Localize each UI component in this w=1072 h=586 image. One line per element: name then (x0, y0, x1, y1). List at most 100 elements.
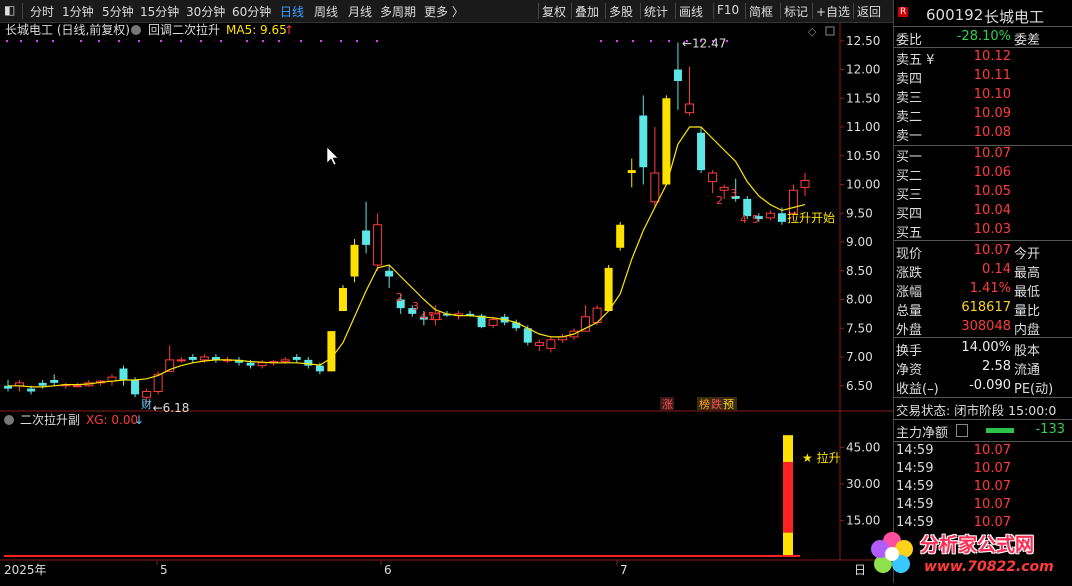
event-marker[interactable]: 涨 (662, 398, 673, 411)
tab-period[interactable]: 多周期 (380, 3, 416, 20)
tick-price: 10.07 (973, 461, 1011, 476)
signal-dot (600, 40, 602, 42)
divider (605, 3, 606, 19)
candle (327, 331, 336, 372)
divider (675, 3, 676, 19)
toolbar-button[interactable]: 多股 (609, 3, 633, 20)
quote-label-2: 最高 (1014, 266, 1041, 281)
watermark-title: 分析家公式网 (920, 534, 1035, 556)
quote-label: 卖二 (896, 110, 923, 125)
price-tick: 7.00 (846, 350, 873, 364)
event-marker[interactable]: 预 (723, 398, 734, 411)
kline-chart[interactable]: 长城电工 (日线,前复权) 回调二次拉升 MA5: 9.65↑ ◇ 12.50 12.00… (0, 22, 893, 583)
signal-dot (300, 40, 302, 42)
signal-dot (220, 40, 222, 42)
tab-period[interactable]: 60分钟 (232, 3, 271, 20)
quote-row: 买二 10.06 (894, 165, 1072, 184)
quote-row: 涨幅 1.41% 最低 (894, 281, 1072, 300)
tick-time: 14:59 (896, 443, 934, 458)
count-label: 1 (436, 310, 443, 323)
cursor-icon (326, 146, 339, 166)
candle (708, 170, 718, 194)
tab-period[interactable]: 30分钟 (186, 3, 225, 20)
divider (745, 3, 746, 19)
tick-row[interactable]: 14:59 10.07 (894, 497, 1072, 515)
tick-price: 10.07 (973, 479, 1011, 494)
quote-value: 10.05 (973, 184, 1011, 199)
tick-row[interactable]: 14:59 10.07 (894, 443, 1072, 461)
event-marker[interactable]: 跌 (711, 397, 722, 411)
signal-dot (80, 40, 82, 42)
toolbar-button[interactable]: 叠加 (575, 3, 599, 20)
sub-tick: 30.00 (846, 477, 880, 491)
tab-period[interactable]: 日线 (280, 3, 304, 20)
tab-period[interactable]: 周线 (314, 3, 338, 20)
indicator-settings-icon[interactable] (131, 25, 141, 35)
signal-dot (20, 40, 22, 42)
price-tick: 7.50 (846, 321, 873, 335)
candle (235, 357, 244, 366)
panel-toggle-icon[interactable]: ◧ (4, 3, 15, 17)
divider (853, 3, 854, 19)
quote-label: 涨幅 (896, 285, 923, 300)
quote-value: 10.07 (973, 146, 1011, 161)
toolbar-button[interactable]: 复权 (542, 3, 566, 20)
tab-period[interactable]: 5分钟 (102, 3, 134, 20)
toolbar-button[interactable]: 简框 (749, 3, 773, 20)
count-label: 3 (730, 187, 737, 200)
tab-period[interactable]: 月线 (348, 3, 372, 20)
main-flow-row[interactable]: 主力净额 -133 (894, 422, 1072, 441)
tab-period[interactable]: 15分钟 (140, 3, 179, 20)
event-marker[interactable]: 榜 (699, 397, 710, 411)
quote-label: 卖三 (896, 91, 923, 106)
tick-row[interactable]: 14:59 10.07 (894, 461, 1072, 479)
quote-value: 1.41% (969, 281, 1011, 296)
maximize-icon[interactable] (825, 26, 835, 36)
flow-bar (986, 428, 1014, 433)
watermark-logo: 分析家公式网 www.70822.com (862, 526, 1072, 583)
toolbar-button[interactable]: 标记 (784, 3, 808, 20)
sub-settings-icon[interactable] (4, 415, 14, 425)
list-icon[interactable] (956, 424, 968, 437)
sub-indicator-name[interactable]: 二次拉升副 (20, 412, 80, 427)
divider (894, 441, 1072, 442)
quote-label: 卖五 ¥ (896, 53, 935, 68)
candle (50, 374, 59, 386)
chart-area[interactable]: 长城电工 (日线,前复权) 回调二次拉升 MA5: 9.65 ↑ ◇ 12.50 12.00… (0, 22, 893, 583)
tab-period[interactable]: 分时 (30, 3, 54, 20)
signal-dot (36, 40, 38, 42)
quote-row: 卖四 10.11 (894, 68, 1072, 87)
signal-bar-top (783, 435, 793, 462)
signal-bar-mid (783, 461, 793, 533)
toolbar-button[interactable]: 统计 (644, 3, 668, 20)
toolbar-button[interactable]: 返回 (857, 3, 881, 20)
signal-dot (138, 40, 140, 42)
price-tick: 11.50 (846, 91, 880, 105)
candle (350, 239, 359, 283)
event-marker[interactable]: 财 (141, 397, 152, 411)
date-tick: 5 (160, 563, 168, 577)
toolbar-button[interactable]: 画线 (679, 3, 703, 20)
signal-dot (668, 40, 670, 42)
tick-row[interactable]: 14:59 10.07 (894, 479, 1072, 497)
price-tick: 12.50 (846, 34, 880, 48)
toolbar-button[interactable]: +自选 (816, 3, 850, 20)
low-label: ←6.18 (153, 401, 190, 415)
candle (292, 354, 301, 363)
quote-row: 卖五 ¥ 10.12 (894, 49, 1072, 68)
tab-period[interactable]: 更多 〉 (424, 3, 464, 20)
quote-row: 总量 618617 量比 (894, 300, 1072, 319)
quote-value: 10.06 (973, 165, 1011, 180)
candle (639, 95, 648, 185)
toolbar-button[interactable]: F10 (717, 3, 739, 17)
tab-period[interactable]: 1分钟 (62, 3, 94, 20)
divider (713, 3, 714, 19)
quote-value: 10.04 (973, 203, 1011, 218)
price-tick: 10.00 (846, 178, 880, 192)
count-label: 2 (716, 194, 723, 207)
diamond-icon[interactable]: ◇ (808, 25, 817, 38)
indicator-name[interactable]: 回调二次拉升 (148, 22, 220, 37)
quote-panel: R 600192 长城电工 委比 -28.10% 委差 卖五 ¥ 10.12 卖四 1… (893, 0, 1072, 583)
trade-status: 交易状态: 闭市阶段 15:00:0 (894, 400, 1072, 418)
count-label: 2 (396, 291, 403, 304)
